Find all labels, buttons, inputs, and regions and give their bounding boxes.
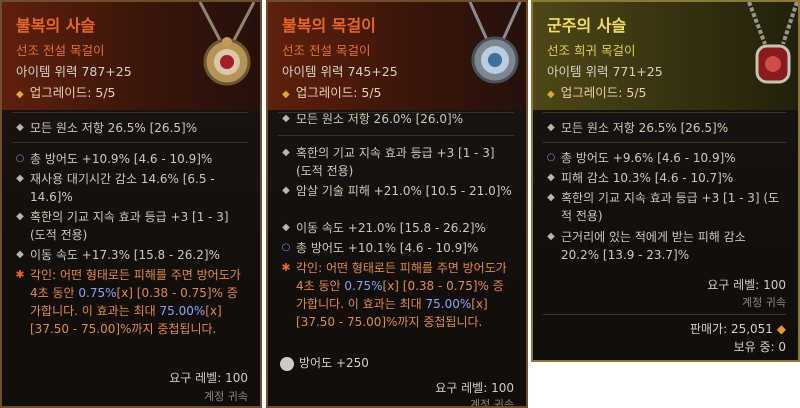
bullet-icon: ◆	[282, 113, 290, 124]
item-title: 군주의 사슬	[547, 16, 627, 35]
account-bound: 계정 귀속	[470, 398, 514, 408]
item-upgrade: ◆ 업그레이드: 5/5	[16, 85, 116, 100]
item-tooltip-1: 불복의 사슬 선조 전설 목걸이 아이템 위력 787+25 ◆ 업그레이드: 5…	[0, 0, 262, 408]
bullet-icon: ◆	[547, 122, 555, 133]
base-stat: ◆ 모든 원소 저항 26.5% [26.5]%	[12, 119, 248, 137]
affix-row: ◆ 이동 속도 +17.3% [15.8 - 26.2]%	[12, 246, 248, 264]
aspect-row: ✱ 각인: 어떤 형태로든 피해를 주면 방어도가 4초 동안 0.75%[x] …	[15, 268, 245, 336]
item-tooltip-2: 불복의 목걸이 선조 전설 목걸이 아이템 위력 745+25 ◆ 업그레이드: …	[266, 0, 528, 408]
item-title: 불복의 목걸이	[282, 16, 376, 35]
affix-row: ◆ 암살 기술 피해 +21.0% [10.5 - 21.0]%	[278, 182, 514, 200]
shield-icon	[280, 356, 294, 371]
required-level: 요구 레벨: 100	[169, 371, 248, 385]
base-stat: ◆ 모든 원소 저항 26.0% [26.0]%	[278, 110, 514, 128]
bullet-icon: ◆	[282, 222, 290, 233]
item-upgrade: ◆ 업그레이드: 5/5	[282, 85, 382, 100]
base-stat: ◆ 모든 원소 저항 26.5% [26.5]%	[543, 119, 786, 137]
bullet-icon: ◆	[16, 249, 24, 260]
diamond-icon: ◆	[547, 89, 555, 100]
diamond-icon: ◆	[282, 89, 290, 100]
item-tooltip-3: 군주의 사슬 선조 희귀 목걸이 아이템 위력 771+25 ◆ 업그레이드: 5…	[531, 0, 800, 362]
aspect-row: ✱ 각인: 어떤 형태로든 피해를 주면 방어도가 4초 동안 0.75%[x] …	[281, 261, 511, 329]
bullet-icon: ◆	[547, 192, 555, 203]
bullet-icon: ◆	[282, 147, 290, 158]
divider	[12, 142, 248, 143]
diamond-icon: ◆	[16, 89, 24, 100]
tooltip-header: 불복의 사슬 선조 전설 목걸이 아이템 위력 787+25 ◆ 업그레이드: 5…	[2, 2, 260, 110]
divider	[543, 314, 786, 315]
affix-row: ◆ 혹한의 기교 지속 효과 등급 +3 [1 - 3] (도적 전용)	[543, 189, 786, 225]
divider	[543, 112, 786, 113]
item-power: 아이템 위력 745+25	[282, 64, 398, 79]
circle-bullet-icon: ○	[15, 153, 25, 164]
account-bound: 계정 귀속	[742, 296, 786, 309]
account-bound: 계정 귀속	[204, 390, 248, 403]
tooltip-header: 군주의 사슬 선조 희귀 목걸이 아이템 위력 771+25 ◆ 업그레이드: 5…	[533, 2, 798, 110]
gold-icon: ◆	[776, 322, 786, 336]
bullet-icon: ◆	[16, 211, 24, 222]
owned-count: 보유 중: 0	[733, 340, 786, 354]
star-icon: ✱	[15, 268, 25, 281]
bullet-icon: ◆	[547, 231, 555, 242]
bullet-icon: ◆	[16, 122, 24, 133]
affix-row: ○ 총 방어도 +10.9% [4.6 - 10.9]%	[15, 152, 213, 166]
circle-bullet-icon: ○	[546, 152, 556, 163]
armor-stat: 방어도 +250	[280, 354, 369, 371]
bullet-icon: ◆	[282, 185, 290, 196]
circle-bullet-icon: ○	[281, 242, 291, 253]
item-power: 아이템 위력 787+25	[16, 64, 132, 79]
item-rarity: 선조 희귀 목걸이	[547, 43, 636, 58]
required-level: 요구 레벨: 100	[707, 278, 786, 292]
sell-price: 판매가: 25,051 ◆	[689, 322, 786, 336]
tooltip-header: 불복의 목걸이 선조 전설 목걸이 아이템 위력 745+25 ◆ 업그레이드: …	[268, 2, 526, 110]
amulet-icon	[468, 2, 522, 84]
item-upgrade: ◆ 업그레이드: 5/5	[547, 85, 647, 100]
affix-row: ◆ 이동 속도 +21.0% [15.8 - 26.2]%	[278, 219, 514, 237]
required-level: 요구 레벨: 100	[435, 381, 514, 395]
bullet-icon: ◆	[16, 173, 24, 184]
divider	[278, 135, 514, 136]
amulet-icon	[198, 2, 256, 86]
item-power: 아이템 위력 771+25	[547, 64, 663, 79]
item-rarity: 선조 전설 목걸이	[282, 43, 371, 58]
divider	[543, 142, 786, 143]
item-rarity: 선조 전설 목걸이	[16, 43, 105, 58]
affix-row: ○ 총 방어도 +10.1% [4.6 - 10.9]%	[281, 241, 479, 255]
divider	[12, 112, 248, 113]
star-icon: ✱	[281, 261, 291, 274]
affix-row: ◆ 피해 감소 10.3% [4.6 - 10.7]%	[543, 169, 786, 187]
affix-row: ◆ 재사용 대기시간 감소 14.6% [6.5 - 14.6]%	[12, 170, 248, 206]
affix-row: ◆ 근거리에 있는 적에게 받는 피해 감소 20.2% [13.9 - 23.7…	[543, 228, 786, 264]
affix-row: ◆ 혹한의 기교 지속 효과 등급 +3 [1 - 3] (도적 전용)	[12, 208, 248, 244]
amulet-icon	[747, 2, 798, 84]
bullet-icon: ◆	[547, 172, 555, 183]
affix-row: ○ 총 방어도 +9.6% [4.6 - 10.9]%	[546, 151, 736, 165]
affix-row: ◆ 혹한의 기교 지속 효과 등급 +3 [1 - 3] (도적 전용)	[278, 144, 514, 180]
item-title: 불복의 사슬	[16, 16, 96, 35]
